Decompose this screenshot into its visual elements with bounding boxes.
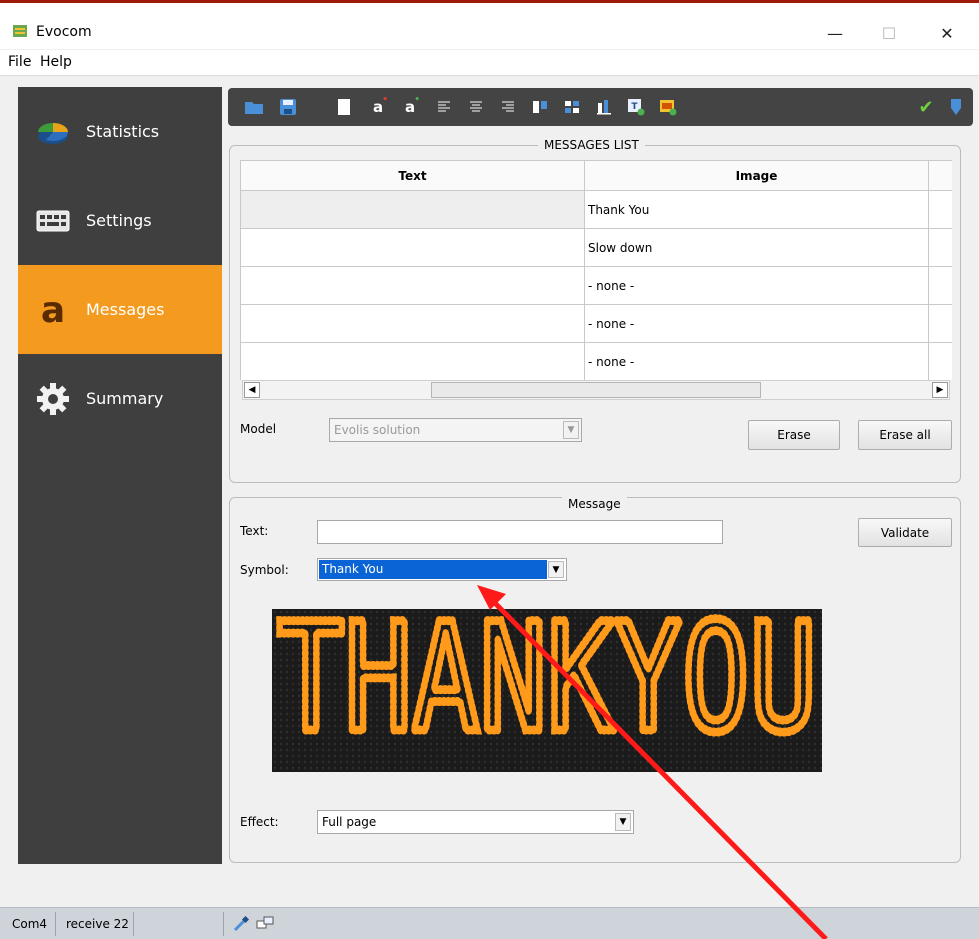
blank-page-icon[interactable] (334, 97, 354, 117)
column-header-image[interactable]: Image (584, 160, 929, 191)
pie-chart-icon (36, 115, 70, 149)
column-header-text[interactable]: Text (240, 160, 585, 191)
cell-image[interactable]: - none - (584, 304, 929, 343)
layout-bars-icon[interactable] (594, 97, 614, 117)
minimize-button[interactable]: — (812, 17, 858, 49)
table-row[interactable]: - none - (240, 266, 952, 305)
cell-text[interactable] (240, 342, 585, 380)
app-icon (12, 23, 28, 39)
message-title: Message (562, 497, 627, 511)
table-row[interactable]: - none - (240, 304, 952, 343)
scroll-right-arrow-icon[interactable]: ▶ (932, 382, 948, 398)
sidebar-item-settings[interactable]: Settings (18, 176, 222, 265)
layout-grid-icon[interactable] (562, 97, 582, 117)
letter-a-icon: a (36, 293, 70, 327)
menu-file[interactable]: File (8, 54, 31, 70)
effect-select-value: Full page (322, 815, 377, 829)
menu-help[interactable]: Help (40, 54, 72, 70)
model-select-value: Evolis solution (334, 423, 421, 437)
model-label: Model (240, 422, 277, 436)
symbol-label: Symbol: (240, 563, 289, 577)
erase-all-button[interactable]: Erase all (858, 420, 952, 450)
cell-filler (928, 190, 952, 229)
font-red-icon[interactable]: a • (368, 95, 388, 117)
column-header-filler (928, 160, 952, 191)
effect-select[interactable]: Full page ▼ (317, 810, 634, 834)
svg-text:a: a (41, 293, 65, 327)
cell-text[interactable] (240, 304, 585, 343)
messages-table: Text Image Thank You Slow down - none - … (240, 160, 952, 380)
status-empty (140, 912, 224, 936)
text-input[interactable] (317, 520, 723, 544)
cell-text[interactable] (240, 190, 585, 229)
gear-icon (36, 382, 70, 416)
title-bar: Evocom — ☐ ✕ (0, 3, 979, 49)
plug-icon (232, 915, 250, 933)
insert-text-icon[interactable]: T (626, 97, 646, 117)
sidebar-item-label: Summary (86, 389, 164, 408)
save-icon[interactable] (278, 97, 298, 117)
cell-filler (928, 342, 952, 380)
chevron-down-icon: ▼ (563, 421, 579, 439)
cell-filler (928, 266, 952, 305)
checkmark-icon[interactable]: ✔ (916, 97, 936, 118)
cell-filler (928, 304, 952, 343)
menu-bar: File Help (0, 50, 979, 76)
sidebar: Statistics Settings a Messages Summary (18, 87, 222, 864)
font-green-icon[interactable]: a • (400, 95, 420, 117)
align-right-icon[interactable] (498, 97, 518, 117)
messages-table-container: Text Image Thank You Slow down - none - … (240, 160, 952, 380)
svg-text:T: T (631, 102, 638, 112)
table-row[interactable]: Slow down (240, 228, 952, 267)
sidebar-item-label: Settings (86, 211, 152, 230)
cell-image[interactable]: - none - (584, 266, 929, 305)
symbol-select[interactable]: Thank You ▼ (317, 558, 567, 581)
scroll-left-arrow-icon[interactable]: ◀ (244, 382, 260, 398)
status-bar: Com4 receive 22 (0, 907, 979, 939)
align-center-icon[interactable] (466, 97, 486, 117)
chevron-down-icon: ▼ (615, 813, 631, 831)
chevron-down-icon: ▼ (548, 561, 564, 578)
sidebar-item-summary[interactable]: Summary (18, 354, 222, 443)
sidebar-item-label: Messages (86, 300, 165, 319)
scroll-thumb[interactable] (431, 382, 761, 398)
table-row[interactable]: Thank You (240, 190, 952, 229)
horizontal-scrollbar[interactable]: ◀ ▶ (242, 380, 950, 400)
cell-filler (928, 228, 952, 267)
layout-split-icon[interactable] (530, 97, 550, 117)
maximize-button[interactable]: ☐ (866, 17, 912, 49)
cell-image[interactable]: Thank You (584, 190, 929, 229)
status-receive: receive 22 (62, 912, 134, 936)
status-port: Com4 (8, 912, 56, 936)
symbol-select-value: Thank You (319, 560, 547, 579)
insert-image-icon[interactable] (658, 97, 678, 117)
led-preview-canvas: THANKYOU (272, 588, 822, 772)
close-button[interactable]: ✕ (924, 17, 970, 49)
window-title: Evocom (36, 24, 92, 40)
cell-image[interactable]: Slow down (584, 228, 929, 267)
sidebar-item-label: Statistics (86, 122, 160, 141)
sidebar-item-messages[interactable]: a Messages (18, 265, 222, 354)
erase-button[interactable]: Erase (748, 420, 840, 450)
cell-text[interactable] (240, 266, 585, 305)
network-icon (256, 915, 274, 933)
led-preview: THANKYOU (272, 588, 822, 772)
align-left-icon[interactable] (434, 97, 454, 117)
open-folder-icon[interactable] (244, 97, 264, 117)
table-header-row: Text Image (240, 160, 952, 191)
effect-label: Effect: (240, 815, 279, 829)
toolbar: a • a • T ✔ (228, 88, 973, 126)
messages-list-title: MESSAGES LIST (538, 138, 645, 152)
validate-button[interactable]: Validate (858, 518, 952, 547)
model-select[interactable]: Evolis solution ▼ (329, 418, 582, 442)
cell-text[interactable] (240, 228, 585, 267)
cell-image[interactable]: - none - (584, 342, 929, 380)
table-row[interactable]: - none - (240, 342, 952, 380)
text-label: Text: (240, 524, 269, 538)
sidebar-item-statistics[interactable]: Statistics (18, 87, 222, 176)
keyboard-icon (36, 204, 70, 238)
led-preview-text: THANKYOU (277, 609, 817, 766)
send-icon[interactable] (946, 97, 966, 117)
